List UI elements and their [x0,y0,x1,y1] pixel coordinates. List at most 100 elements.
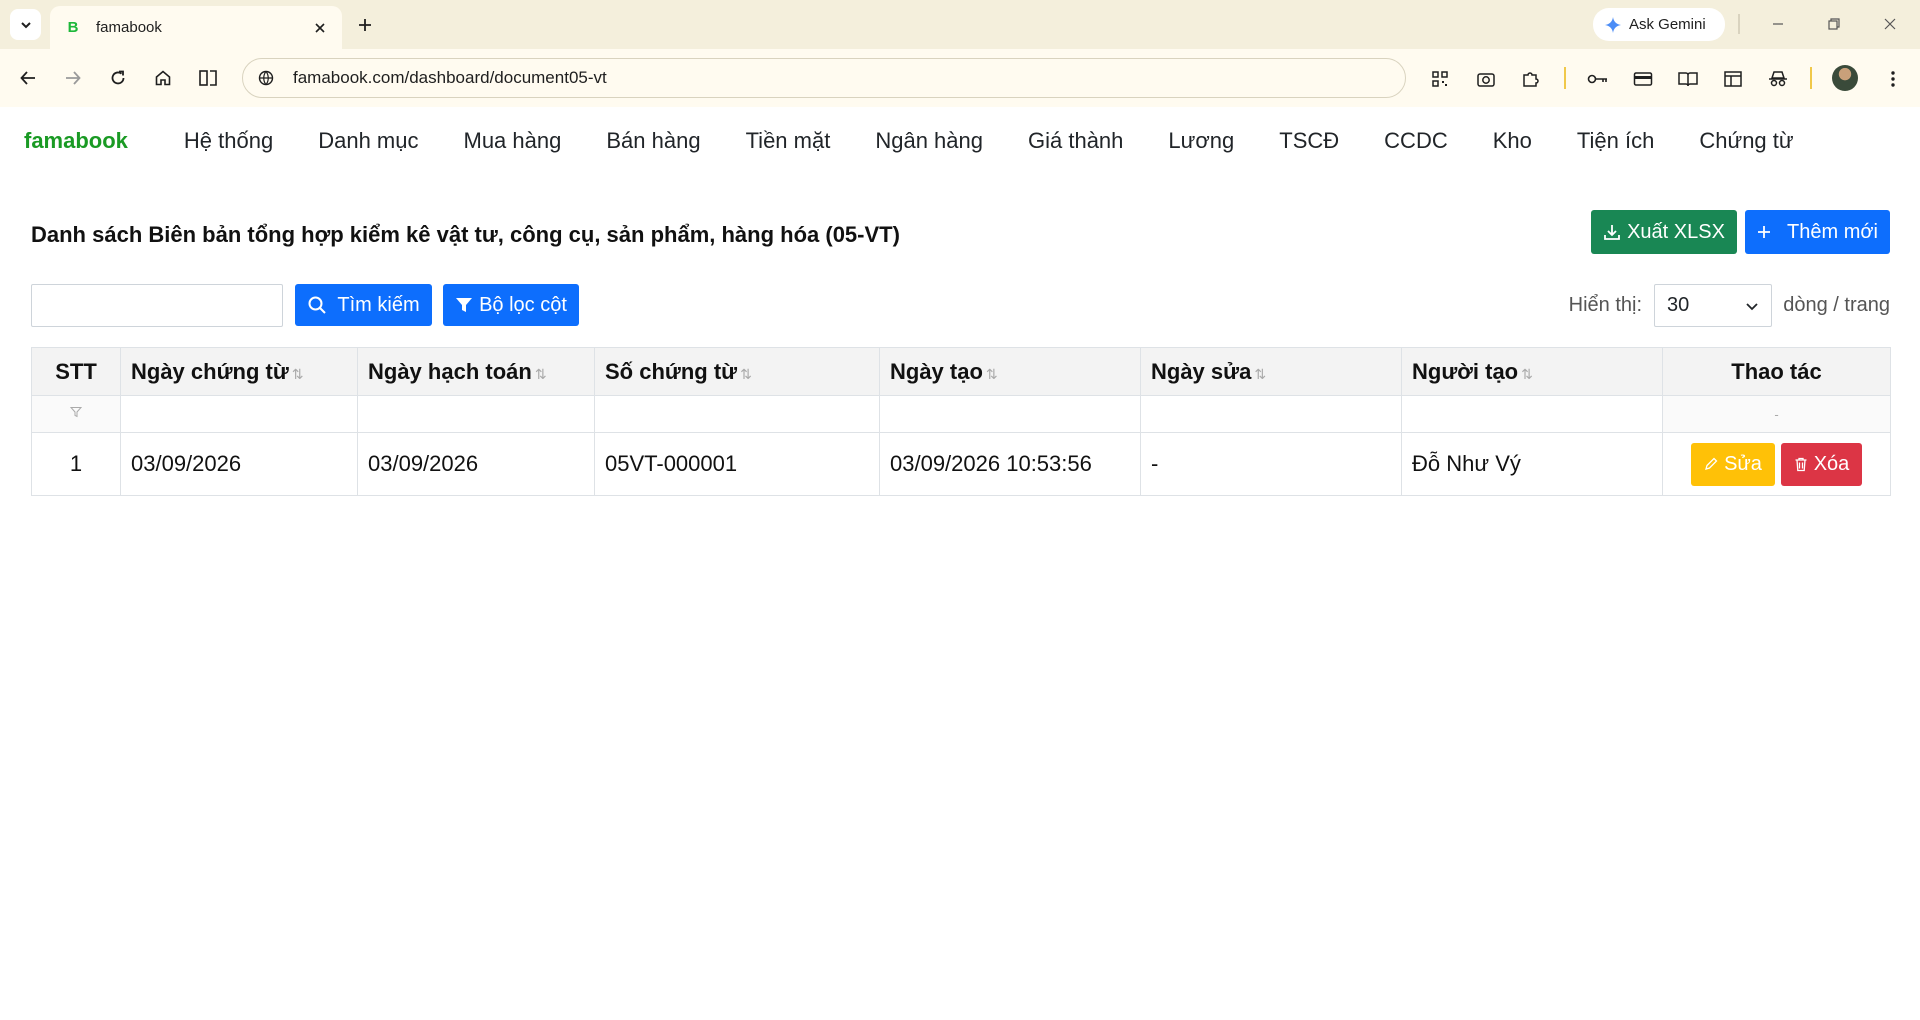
nav-item-gia-thanh[interactable]: Giá thành [1028,128,1123,154]
column-header-ngay-sua[interactable]: Ngày sửa ⇅ [1140,347,1402,396]
row-actions: Sửa Xóa [1673,442,1880,486]
gemini-sparkle-icon [1605,16,1621,33]
brand-logo[interactable]: famabook [24,128,128,154]
add-new-label: Thêm mới [1787,220,1878,243]
column-header-ngay-chung-tu[interactable]: Ngày chứng từ ⇅ [120,347,358,396]
filter-input-nguoi-tao[interactable] [1401,395,1663,433]
restore-button[interactable] [1822,12,1846,36]
nav-item-luong[interactable]: Lương [1168,128,1234,154]
divider [1564,67,1566,89]
column-header-ngay-hach-toan[interactable]: Ngày hạch toán ⇅ [357,347,595,396]
search-icon [308,296,327,314]
tab-groups-button[interactable] [1720,66,1746,92]
column-header-stt: STT [31,347,121,396]
filter-input-ngay-chung-tu[interactable] [120,395,358,433]
filter-input-ngay-hach-toan[interactable] [357,395,595,433]
tab-search-button[interactable] [10,9,41,40]
export-xlsx-label: Xuất XLSX [1627,220,1725,243]
sort-icon[interactable]: ⇅ [986,366,998,382]
reading-mode-button[interactable] [1675,66,1701,92]
divider [1738,14,1740,34]
camera-icon [1477,73,1495,87]
sort-icon[interactable]: ⇅ [1521,366,1533,382]
screenshot-button[interactable] [1473,66,1499,92]
home-button[interactable] [149,64,177,92]
cell-nguoi-tao: Đỗ Như Vý [1401,432,1663,496]
arrow-right-icon [66,71,81,85]
browser-menu-button[interactable] [1880,66,1906,92]
home-icon [155,70,171,86]
table-layout-icon [1724,71,1742,87]
tab-close-icon[interactable] [310,18,330,38]
forward-button[interactable] [59,64,87,92]
more-vertical-icon [1891,71,1895,87]
back-button[interactable] [14,64,42,92]
add-new-button[interactable]: Thêm mới [1745,210,1890,254]
nav-item-danh-muc[interactable]: Danh mục [318,128,418,154]
payment-methods-button[interactable] [1630,66,1656,92]
filter-input-so-chung-tu[interactable] [594,395,880,433]
passwords-button[interactable] [1585,66,1611,92]
qr-code-button[interactable] [1427,66,1453,92]
search-button-label: Tìm kiếm [337,293,420,316]
nav-item-chung-tu[interactable]: Chứng từ [1699,128,1793,154]
incognito-button[interactable] [1765,66,1791,92]
nav-item-tien-mat[interactable]: Tiền mặt [746,128,831,154]
profile-avatar[interactable] [1832,65,1858,91]
ask-gemini-button[interactable]: Ask Gemini [1593,8,1725,41]
minimize-icon [1773,23,1783,25]
filter-icon [456,298,473,312]
sort-icon[interactable]: ⇅ [535,366,547,382]
export-xlsx-button[interactable]: Xuất XLSX [1591,210,1737,254]
app-page: famabook Hệ thống Danh mục Mua hàng Bán … [0,107,1920,1020]
column-filter-button[interactable]: Bộ lọc cột [443,284,579,326]
site-info-icon[interactable] [255,67,277,89]
nav-item-ban-hang[interactable]: Bán hàng [606,128,700,154]
download-icon [1604,225,1620,240]
nav-item-he-thong[interactable]: Hệ thống [184,128,273,154]
close-window-button[interactable] [1878,12,1902,36]
address-bar[interactable]: famabook.com/dashboard/document05-vt [242,58,1406,98]
filter-bar: Tìm kiếm Bộ lọc cột Hiển thị: 30 dòng / … [31,283,1890,327]
nav-item-tien-ich[interactable]: Tiện ích [1577,128,1654,154]
cell-ngay-hach-toan: 03/09/2026 [357,432,595,496]
edit-label: Sửa [1724,452,1762,475]
column-header-ngay-tao[interactable]: Ngày tạo ⇅ [879,347,1141,396]
sort-icon[interactable]: ⇅ [1254,366,1266,382]
filter-input-ngay-tao[interactable] [879,395,1141,433]
sort-icon[interactable]: ⇅ [292,366,304,382]
nav-item-ccdc[interactable]: CCDC [1384,128,1448,154]
extensions-button[interactable] [1518,66,1544,92]
filter-cell-actions: - [1662,395,1891,433]
nav-item-ngan-hang[interactable]: Ngân hàng [875,128,983,154]
close-icon [1884,18,1896,30]
browser-chrome: B famabook Ask Gemini famabook.com/dashb… [0,0,1920,122]
nav-item-mua-hang[interactable]: Mua hàng [464,128,562,154]
split-view-button[interactable] [194,64,222,92]
column-header-nguoi-tao[interactable]: Người tạo ⇅ [1401,347,1663,396]
reload-button[interactable] [104,64,132,92]
edit-button[interactable]: Sửa [1691,442,1775,486]
search-input[interactable] [31,284,283,327]
url-text: famabook.com/dashboard/document05-vt [293,68,607,87]
book-icon [1678,72,1698,87]
chevron-down-icon [20,21,31,28]
nav-item-tscd[interactable]: TSCĐ [1279,128,1339,154]
page-size-select[interactable]: 30 [1654,284,1772,327]
top-navigation: famabook Hệ thống Danh mục Mua hàng Bán … [0,107,1920,175]
filter-input-ngay-sua[interactable] [1140,395,1402,433]
chevron-down-icon [1746,302,1758,310]
plus-icon [1758,226,1771,238]
browser-tab[interactable]: B famabook [50,6,342,49]
cell-actions: Sửa Xóa [1662,432,1891,496]
incognito-icon [1769,71,1787,87]
delete-button[interactable]: Xóa [1781,442,1862,486]
nav-item-kho[interactable]: Kho [1493,128,1532,154]
search-button[interactable]: Tìm kiếm [295,284,432,326]
minimize-button[interactable] [1766,12,1790,36]
sort-icon[interactable]: ⇅ [740,366,752,382]
column-header-so-chung-tu[interactable]: Số chứng từ ⇅ [594,347,880,396]
plus-icon [359,19,371,31]
new-tab-button[interactable] [352,12,378,38]
reload-icon [111,70,125,85]
